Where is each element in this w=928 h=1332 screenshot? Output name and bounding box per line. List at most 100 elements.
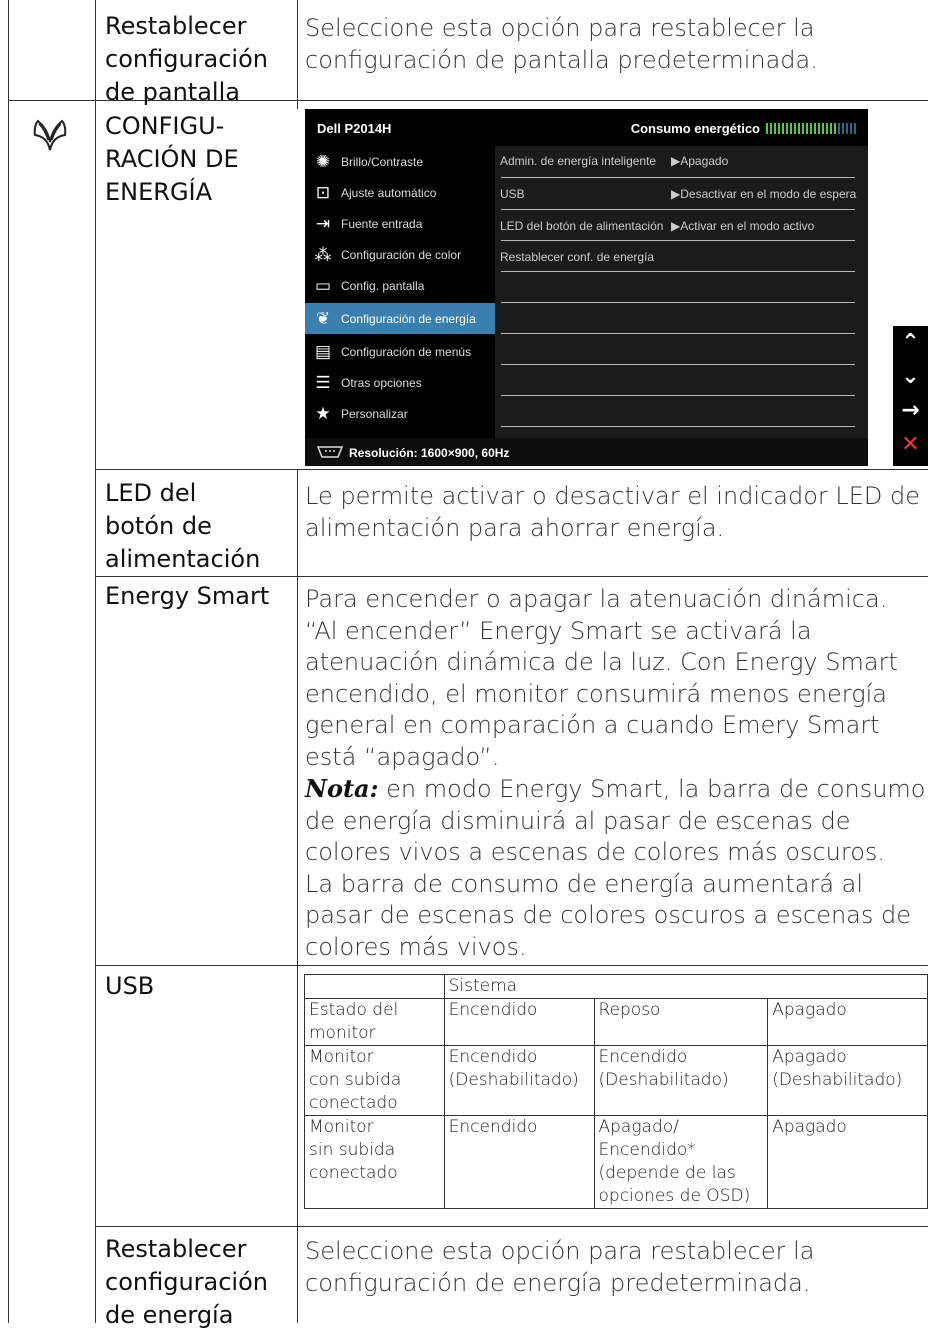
power-level-remainder <box>838 123 856 134</box>
osd-menu-item-energy[interactable]: ❦ Configuración de energía <box>305 303 495 334</box>
brightness-icon: ✺ <box>315 151 331 171</box>
desc-line: está “apagado”. <box>305 742 500 771</box>
desc-line: de energía disminuirá al pasar de escena… <box>305 806 851 835</box>
table-cell: Apagado/Encendido* (depende de las opcione… <box>593 1115 769 1209</box>
power-level-bar <box>766 123 856 134</box>
osd-menu-item-menu[interactable]: ▤ Configuración de menús <box>305 336 495 367</box>
desc-line: general en comparación a cuando Emery Sm… <box>305 711 880 739</box>
energy-butterfly-icon <box>30 116 70 156</box>
desc-line: Para encender o apagar la atenuación din… <box>305 585 888 613</box>
close-x-icon[interactable]: ✕ <box>893 432 928 457</box>
table-header-cell: Sistema <box>443 974 928 999</box>
table-cell <box>304 974 445 999</box>
osd-menu-label: Configuración de energía <box>341 311 476 326</box>
desc-reset-display: Seleccione esta opción para restablecer … <box>305 12 818 76</box>
osd-menu-label: Configuración de color <box>341 247 462 262</box>
osd-separator <box>501 426 855 427</box>
osd-setting-value: ▶Desactivar en el modo de espera <box>671 187 857 201</box>
osd-side-buttons: ⌃ ⌄ → ✕ <box>893 326 928 466</box>
osd-setting-usb[interactable]: USB ▶Desactivar en el modo de espera <box>495 179 868 210</box>
right-arrow-icon[interactable]: → <box>893 398 928 423</box>
osd-model-name: Dell P2014H <box>317 121 392 136</box>
osd-menu-item-input-source[interactable]: ⇥ Fuente entrada <box>305 208 495 239</box>
auto-adjust-icon: ⊡ <box>315 182 331 202</box>
other-settings-icon: ☰ <box>315 372 331 392</box>
term-line: botón de <box>105 512 212 540</box>
osd-settings-panel: Admin. de energía inteligente ▶Apagado US… <box>495 146 868 453</box>
desc-line: atenuación dinámica de la luz. Con Energ… <box>305 648 898 676</box>
osd-power-label: Consumo energético <box>630 121 760 136</box>
up-chevron-icon[interactable]: ⌃ <box>893 330 928 355</box>
cell-line: Encendido <box>448 1000 538 1020</box>
cell-line: (depende de las <box>598 1163 736 1183</box>
cell-line: opciones de OSD) <box>598 1186 751 1206</box>
cell-line: sin subida <box>309 1140 396 1160</box>
osd-menu-label: Brillo/Contraste <box>341 154 424 169</box>
term-line: Restablecer <box>105 1235 247 1263</box>
term-line: de energía <box>105 1301 234 1329</box>
desc-line: alimentación para ahorrar energía. <box>305 514 725 542</box>
term-line: RACIÓN DE <box>105 145 239 173</box>
term-line: Energy Smart <box>105 582 270 610</box>
osd-menu-label: Otras opciones <box>341 375 422 390</box>
table-cell: Apagado <box>767 1115 928 1209</box>
osd-setting-key: Restablecer conf. de energía <box>500 250 655 264</box>
table-cell: Encendido (Deshabilitado) <box>593 1045 769 1116</box>
nota-text: en modo Energy Smart, la barra de consum… <box>378 775 926 803</box>
cell-line: Encendido <box>448 1117 538 1137</box>
osd-setting-smart-power[interactable]: Admin. de energía inteligente ▶Apagado <box>495 146 868 177</box>
down-chevron-icon[interactable]: ⌄ <box>893 364 928 389</box>
desc-line: La barra de consumo de energía aumentará… <box>305 869 864 898</box>
display-settings-icon: ▭ <box>314 275 332 295</box>
cell-line: conectado <box>309 1093 398 1113</box>
desc-line: pasar de escenas de colores oscuros a es… <box>305 901 912 929</box>
desc-line: encendido, el monitor consumirá menos en… <box>305 679 888 708</box>
osd-menu-label: Config. pantalla <box>341 278 425 293</box>
personalize-star-icon: ★ <box>315 403 331 423</box>
desc-reset-energy: Seleccione esta opción para restablecer … <box>305 1235 814 1299</box>
cell-line: monitor <box>309 1023 376 1043</box>
osd-separator <box>501 364 855 365</box>
table-row: Estado del monitor Encendido Reposo Apaga… <box>304 998 928 1046</box>
osd-screenshot: Dell P2014H Consumo energético ✺ Brillo/C… <box>305 109 868 466</box>
osd-menu-item-display[interactable]: ▭ Config. pantalla <box>305 270 495 301</box>
nota-label: Nota: <box>305 774 379 803</box>
osd-setting-value: ▶Activar en el modo activo <box>671 219 815 233</box>
table-cell: Encendido (Deshabilitado) <box>443 1045 595 1116</box>
osd-separator <box>501 177 855 178</box>
color-settings-icon: ⁂ <box>314 244 332 264</box>
term-line: LED del <box>105 479 197 507</box>
menu-settings-icon: ▤ <box>314 341 332 361</box>
row-divider <box>95 1226 928 1227</box>
desc-line: configuración de pantalla predeterminada… <box>305 46 818 74</box>
osd-menu-item-other[interactable]: ☰ Otras opciones <box>305 367 495 398</box>
video-connector-icon <box>317 446 343 458</box>
desc-line: Le permite activar o desactivar el indic… <box>305 482 921 510</box>
osd-menu-item-personalize[interactable]: ★ Personalizar <box>305 398 495 429</box>
term-line: configuración <box>105 45 268 73</box>
energy-settings-icon: ❦ <box>315 308 331 328</box>
desc-power-led: Le permite activar o desactivar el indic… <box>305 480 920 544</box>
term-line: configuración <box>105 1268 268 1296</box>
cell-line: Monitor <box>309 1047 374 1067</box>
osd-menu-item-auto-adjust[interactable]: ⊡ Ajuste automático <box>305 177 495 208</box>
table-header-row: Sistema <box>304 974 928 999</box>
osd-menu-item-color[interactable]: ⁂ Configuración de color <box>305 239 495 270</box>
row-divider <box>95 469 928 470</box>
cell-line: (Deshabilitado) <box>598 1070 729 1090</box>
osd-setting-power-led[interactable]: LED del botón de alimentación ▶Activar en… <box>495 211 868 242</box>
term-reset-display: Restablecer configuración de pantalla <box>105 10 268 109</box>
osd-menu-item-brightness[interactable]: ✺ Brillo/Contraste <box>305 146 495 177</box>
term-line: ENERGÍA <box>105 178 213 206</box>
desc-line: Seleccione esta opción para restablecer … <box>305 14 815 42</box>
osd-separator <box>501 395 855 396</box>
cell-line: con subida <box>309 1070 402 1090</box>
cell-line: (Deshabilitado) <box>448 1070 579 1090</box>
term-energy-settings: CONFIGU- RACIÓN DE ENERGÍA <box>105 110 239 209</box>
cell-line: Encendido <box>598 1047 688 1067</box>
column-divider-1 <box>95 0 96 1323</box>
table-cell: Estado del monitor <box>304 998 445 1046</box>
osd-setting-reset-energy[interactable]: Restablecer conf. de energía <box>495 242 868 273</box>
osd-setting-key: Admin. de energía inteligente <box>500 154 657 168</box>
desc-line: colores más vivos. <box>305 932 527 961</box>
